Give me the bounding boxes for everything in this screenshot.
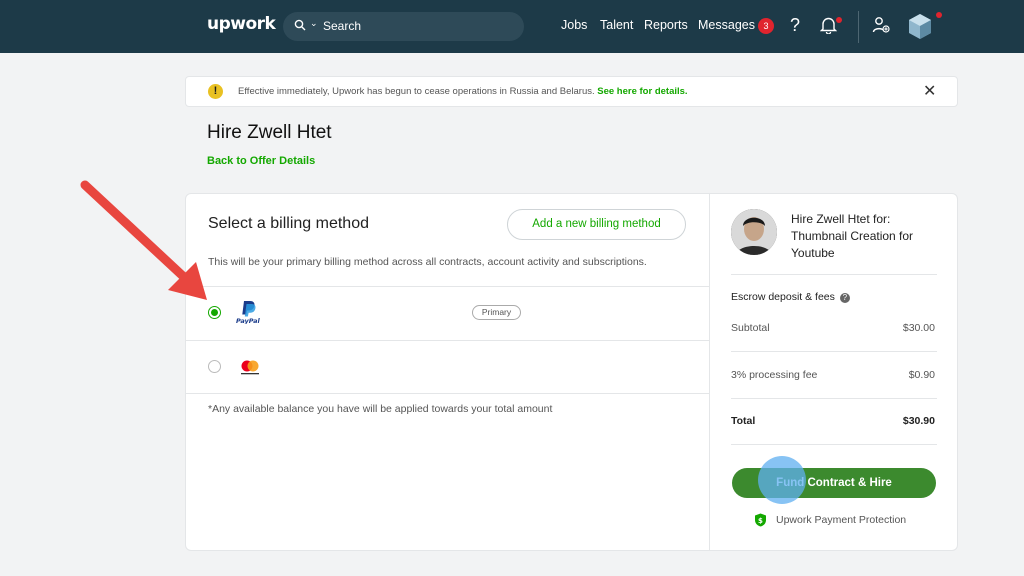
add-billing-method-button[interactable]: Add a new billing method	[507, 209, 686, 240]
hire-summary-title: Hire Zwell Htet for: Thumbnail Creation …	[791, 212, 914, 260]
divider	[731, 351, 937, 352]
escrow-label: Escrow deposit & fees ?	[731, 291, 850, 303]
search-input[interactable]: Search	[323, 19, 361, 33]
billing-title: Select a billing method	[208, 215, 369, 232]
nav-divider	[858, 11, 859, 43]
paypal-icon: PayPal	[236, 301, 261, 324]
balance-footnote: *Any available balance you have will be …	[208, 403, 553, 415]
messages-count-badge: 3	[758, 18, 774, 34]
divider	[731, 444, 937, 445]
nav-messages[interactable]: Messages	[698, 18, 755, 32]
chevron-down-icon[interactable]: ⌄	[310, 18, 318, 29]
upwork-logo[interactable]: upwork	[207, 14, 276, 34]
divider	[186, 286, 709, 287]
payment-protection-text: Upwork Payment Protection	[776, 514, 907, 526]
notification-dot	[836, 17, 842, 23]
svg-text:$: $	[758, 517, 763, 525]
bell-icon[interactable]	[820, 16, 837, 34]
column-divider	[709, 194, 710, 550]
notice-details-link[interactable]: See here for details.	[597, 86, 687, 97]
mastercard-icon	[238, 358, 262, 376]
freelancer-avatar	[731, 209, 777, 255]
shield-icon: $	[755, 513, 766, 527]
divider	[731, 274, 937, 275]
search-icon	[294, 19, 306, 31]
click-indicator	[758, 456, 806, 504]
total-value: $30.90	[902, 415, 935, 427]
billing-subtitle: This will be your primary billing method…	[208, 256, 647, 268]
close-icon[interactable]: ✕	[923, 81, 936, 101]
nav-talent[interactable]: Talent	[600, 18, 633, 32]
search-bar[interactable]: ⌄ Search	[283, 12, 524, 41]
nav-reports[interactable]: Reports	[644, 18, 688, 32]
notice-banner: ! Effective immediately, Upwork has begu…	[185, 76, 958, 107]
subtotal-label: Subtotal	[731, 322, 770, 334]
help-icon[interactable]: ?	[790, 15, 800, 36]
subtotal-value: $30.00	[902, 322, 935, 334]
notice-message: Effective immediately, Upwork has begun …	[238, 86, 595, 97]
notice-text: Effective immediately, Upwork has begun …	[238, 86, 688, 97]
divider	[186, 340, 709, 341]
fee-label: 3% processing fee	[731, 369, 818, 381]
page-title: Hire Zwell Htet	[207, 122, 332, 143]
total-label: Total	[731, 415, 756, 427]
svg-text:PayPal: PayPal	[236, 317, 261, 324]
back-to-offer-link[interactable]: Back to Offer Details	[207, 155, 315, 167]
fee-value: $0.90	[908, 369, 935, 381]
user-add-icon[interactable]	[872, 16, 890, 34]
billing-card: Select a billing method Add a new billin…	[185, 193, 958, 551]
radio-mastercard[interactable]	[208, 360, 221, 373]
warning-icon: !	[208, 84, 223, 99]
divider	[186, 393, 709, 394]
top-nav: upwork ⌄ Search Jobs Talent Reports Mess…	[0, 0, 1024, 53]
profile-avatar-icon[interactable]	[906, 12, 934, 40]
nav-jobs[interactable]: Jobs	[561, 18, 587, 32]
primary-badge: Primary	[472, 305, 521, 320]
divider	[731, 398, 937, 399]
radio-paypal[interactable]	[208, 306, 221, 319]
profile-status-dot	[936, 12, 942, 18]
escrow-text: Escrow deposit & fees	[731, 291, 835, 303]
question-icon[interactable]: ?	[839, 293, 850, 303]
